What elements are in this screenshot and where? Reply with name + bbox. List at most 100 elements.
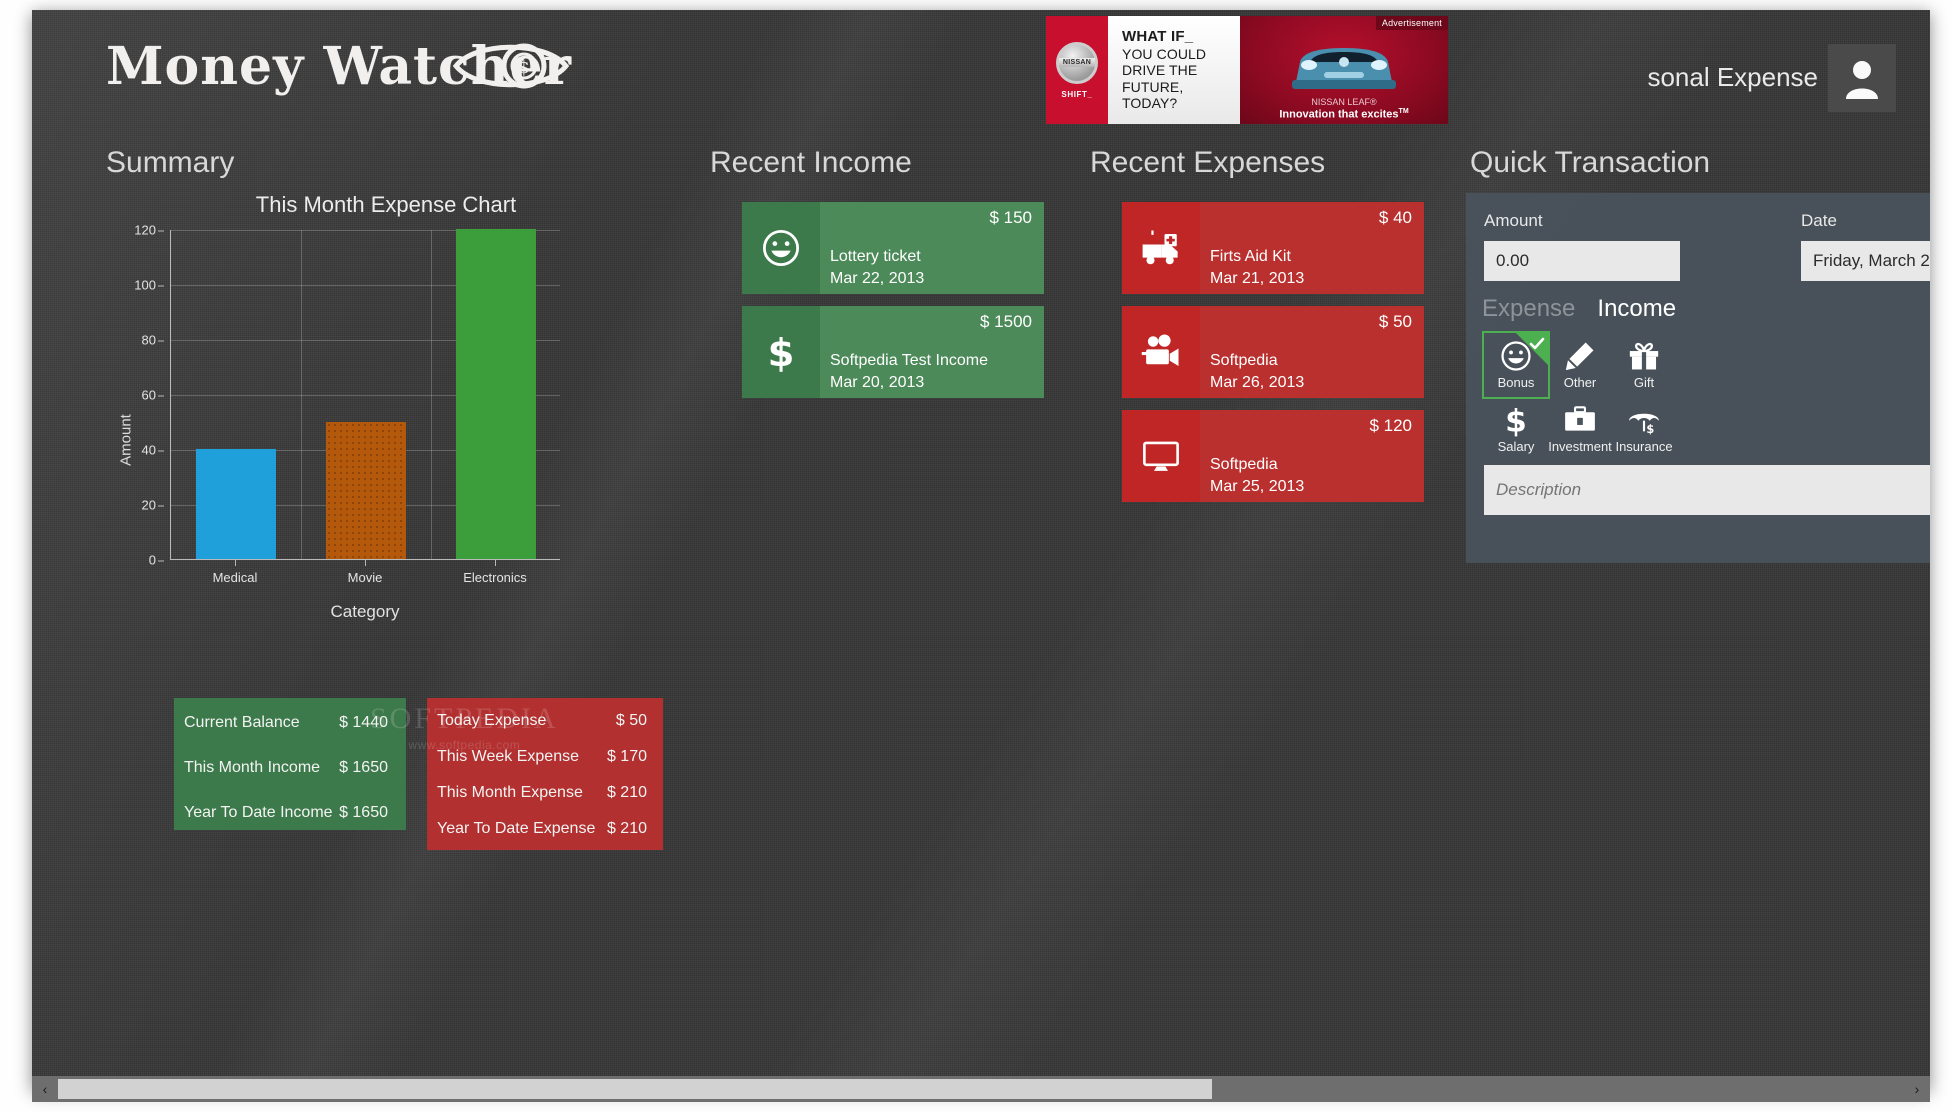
smiley-icon <box>742 202 820 294</box>
transaction-name: Softpedia <box>1210 456 1278 473</box>
user-avatar-icon <box>1846 61 1878 99</box>
summary-row: Year To Date Income $ 1650 <box>184 804 388 822</box>
ad-product: NISSAN LEAF® <box>1311 97 1377 107</box>
summary-row-label: Year To Date Expense <box>437 820 596 837</box>
category-salary[interactable]: $ Salary <box>1484 397 1548 461</box>
category-insurance[interactable]: $ Insurance <box>1612 397 1676 461</box>
ad-line2: YOU COULD <box>1122 45 1207 62</box>
income-item[interactable]: $ 150 Lottery ticket Mar 22, 2013 <box>742 202 1044 294</box>
summary-tile-income[interactable]: Current Balance $ 1440 This Month Income $ … <box>174 698 406 830</box>
chart-x-axis-title: Category <box>330 602 400 621</box>
chart-title: This Month Expense Chart <box>255 192 517 217</box>
transaction-details: $ 150 Lottery ticket Mar 22, 2013 <box>820 202 1044 294</box>
transaction-amount: $ 120 <box>1369 416 1412 435</box>
videocamera-icon <box>1122 306 1200 398</box>
ambulance-icon <box>1122 202 1200 294</box>
app-header: Money Watcher $ sonal Expense <box>32 10 1930 138</box>
date-label: Date <box>1801 211 1837 230</box>
scroll-left-arrow-icon[interactable]: ‹ <box>32 1076 58 1102</box>
transaction-date: Mar 25, 2013 <box>1210 478 1305 495</box>
briefcase-icon <box>1563 401 1597 439</box>
chart-gridline-vertical <box>431 230 432 559</box>
category-label: Salary <box>1497 439 1535 454</box>
chart-y-tick: 100 <box>134 277 164 293</box>
ad-line3: DRIVE THE FUTURE, <box>1122 62 1198 95</box>
ad-brand: NISSAN <box>1059 58 1095 67</box>
transaction-date: Mar 22, 2013 <box>830 270 925 287</box>
transaction-type-tabs: Expense Income <box>1482 295 1676 323</box>
category-other[interactable]: Other <box>1548 333 1612 397</box>
summary-row-label: This Week Expense <box>437 748 579 765</box>
chart-y-tick: 60 <box>141 387 165 403</box>
transaction-name: Softpedia Test Income <box>830 352 989 369</box>
transaction-date: Mar 21, 2013 <box>1210 270 1305 287</box>
car-image-icon <box>1280 32 1408 99</box>
ad-label: Advertisement <box>1375 16 1448 30</box>
description-input[interactable] <box>1484 465 1930 515</box>
summary-tile-expense[interactable]: Today Expense $ 50 This Week Expense $ 170 T… <box>427 698 663 850</box>
svg-text:$: $ <box>1646 422 1654 436</box>
ad-tagline: Innovation that excitesTM <box>1240 108 1448 121</box>
chart-plot-area: Amount 0 20 40 60 80 100 120 Category Medical M… <box>106 223 666 650</box>
expense-item[interactable]: $ 120 Softpedia Mar 25, 2013 <box>1122 410 1424 502</box>
chart-x-label: Electronics <box>463 570 527 585</box>
scroll-right-arrow-icon[interactable]: › <box>1904 1076 1930 1102</box>
ad-left-panel: NISSAN SHIFT_ WHAT IF_ YOU COULD DRIVE T… <box>1046 16 1240 124</box>
advertisement-banner[interactable]: NISSAN SHIFT_ WHAT IF_ YOU COULD DRIVE T… <box>1046 16 1448 124</box>
summary-row-amount: $ 210 <box>606 820 647 837</box>
section-title-recent-expenses: Recent Expenses <box>1090 146 1326 179</box>
category-gift[interactable]: Gift <box>1612 333 1676 397</box>
avatar[interactable] <box>1828 44 1896 112</box>
category-label: Gift <box>1633 375 1655 390</box>
ad-copy: WHAT IF_ YOU COULD DRIVE THE FUTURE, TOD… <box>1108 16 1240 124</box>
expense-chart: This Month Expense Chart Amount 0 20 40 60 8… <box>106 192 666 692</box>
section-title-summary: Summary <box>106 146 235 179</box>
summary-row-amount: $ 50 <box>615 712 647 729</box>
transaction-date: Mar 26, 2013 <box>1210 374 1305 391</box>
umbrella-icon: $ <box>1627 401 1661 439</box>
horizontal-scrollbar[interactable]: ‹ › <box>32 1076 1930 1102</box>
ad-brand-sub: SHIFT_ <box>1061 89 1093 99</box>
svg-text:$: $ <box>1505 403 1527 437</box>
category-investment[interactable]: Investment <box>1548 397 1612 461</box>
svg-text:$: $ <box>768 331 795 373</box>
ad-tagline-sup: TM <box>1398 108 1409 116</box>
chart-x-tick <box>365 560 366 566</box>
tab-income[interactable]: Income <box>1597 295 1676 323</box>
summary-row: This Month Income $ 1650 <box>184 759 388 777</box>
transaction-details: $ 120 Softpedia Mar 25, 2013 <box>1200 410 1424 502</box>
transaction-details: $ 50 Softpedia Mar 26, 2013 <box>1200 306 1424 398</box>
chart-x-label: Medical <box>212 570 258 585</box>
summary-row-label: Current Balance <box>184 714 300 731</box>
chart-x-label: Movie <box>347 570 383 585</box>
transaction-name: Lottery ticket <box>830 248 921 265</box>
tab-expense[interactable]: Expense <box>1482 295 1575 323</box>
summary-row: Year To Date Expense $ 210 <box>437 820 647 838</box>
scrollbar-thumb[interactable] <box>58 1079 1212 1099</box>
transaction-date: Mar 20, 2013 <box>830 374 925 391</box>
transaction-amount: $ 1500 <box>980 312 1032 331</box>
app-window: Money Watcher $ sonal Expense Summary Re… <box>32 10 1930 1090</box>
summary-row-amount: $ 170 <box>606 748 647 765</box>
scrollbar-track[interactable] <box>58 1079 1904 1099</box>
expense-item[interactable]: $ 40 Firts Aid Kit Mar 21, 2013 <box>1122 202 1424 294</box>
amount-input[interactable] <box>1484 241 1680 281</box>
category-bonus[interactable]: Bonus <box>1482 331 1550 399</box>
section-title-quick-transaction: Quick Transaction <box>1470 146 1711 179</box>
expense-item[interactable]: $ 50 Softpedia Mar 26, 2013 <box>1122 306 1424 398</box>
summary-row: This Week Expense $ 170 <box>437 748 647 766</box>
nissan-logo-icon: NISSAN SHIFT_ <box>1046 16 1108 124</box>
summary-row-amount: $ 1440 <box>339 714 388 731</box>
chart-x-tick <box>495 560 496 566</box>
date-input[interactable] <box>1801 241 1930 281</box>
section-title-recent-income: Recent Income <box>710 146 912 179</box>
chart-y-tick: 40 <box>141 442 165 458</box>
chart-gridline-vertical <box>301 230 302 559</box>
transaction-amount: $ 50 <box>1378 312 1412 331</box>
chart-x-tick <box>235 560 236 566</box>
chart-y-tick: 120 <box>134 222 164 238</box>
transaction-name: Softpedia <box>1210 352 1278 369</box>
pencil-icon <box>1563 337 1597 375</box>
gift-icon <box>1627 337 1661 375</box>
income-item[interactable]: $ $ 1500 Softpedia Test Income Mar 20, 2013 <box>742 306 1044 398</box>
